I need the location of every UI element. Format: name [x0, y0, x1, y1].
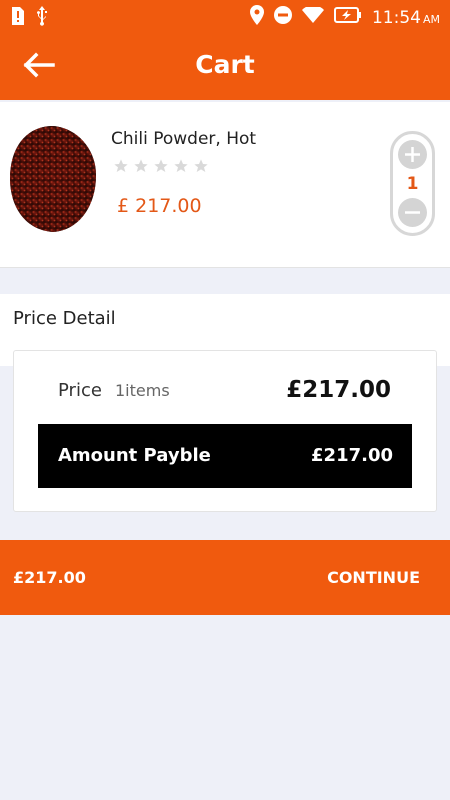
rating-stars: [113, 158, 209, 174]
status-time: 11:54 AM: [371, 7, 440, 28]
quantity-value: 1: [406, 174, 419, 194]
star-icon: [134, 159, 148, 172]
continue-button[interactable]: CONTINUE: [327, 568, 420, 587]
minus-icon: [405, 211, 420, 214]
total-amount: £217.00: [13, 568, 86, 587]
star-icon: [194, 159, 208, 172]
cart-item: Chili Powder, Hot £ 217.00: [0, 102, 450, 268]
usb-icon: [36, 6, 48, 30]
price-value: £217.00: [286, 377, 391, 403]
battery-charging-icon: [333, 7, 362, 28]
star-icon: [174, 159, 188, 172]
items-count: 1items: [115, 381, 170, 400]
location-icon: [249, 5, 264, 30]
plus-icon: [405, 147, 420, 162]
sim-alert-icon: [10, 7, 24, 29]
product-image[interactable]: [8, 120, 98, 235]
star-icon: [114, 159, 128, 172]
price-detail-card: Price 1items £217.00 Amount Payble £217.…: [13, 350, 437, 512]
checkout-bar: £217.00 CONTINUE: [0, 540, 450, 615]
product-price: £ 217.00: [117, 195, 202, 217]
status-right: 11:54 AM: [249, 5, 440, 30]
app-bar: Cart: [0, 32, 450, 100]
amount-payable-label: Amount Payble: [58, 445, 211, 466]
star-icon: [154, 159, 168, 172]
price-label: Price: [58, 380, 102, 401]
status-left: [10, 6, 48, 30]
decrease-quantity-button[interactable]: [398, 198, 427, 227]
increase-quantity-button[interactable]: [398, 140, 427, 169]
amount-payable-row: Amount Payble £217.00: [38, 424, 412, 488]
do-not-disturb-icon: [273, 6, 292, 29]
product-name[interactable]: Chili Powder, Hot: [111, 129, 256, 149]
wifi-icon: [301, 5, 324, 28]
price-detail-title: Price Detail: [13, 308, 116, 329]
amount-payable-value: £217.00: [311, 445, 393, 466]
status-bar: 11:54 AM: [0, 0, 450, 32]
quantity-stepper: 1: [390, 131, 435, 236]
page-title: Cart: [195, 50, 255, 79]
